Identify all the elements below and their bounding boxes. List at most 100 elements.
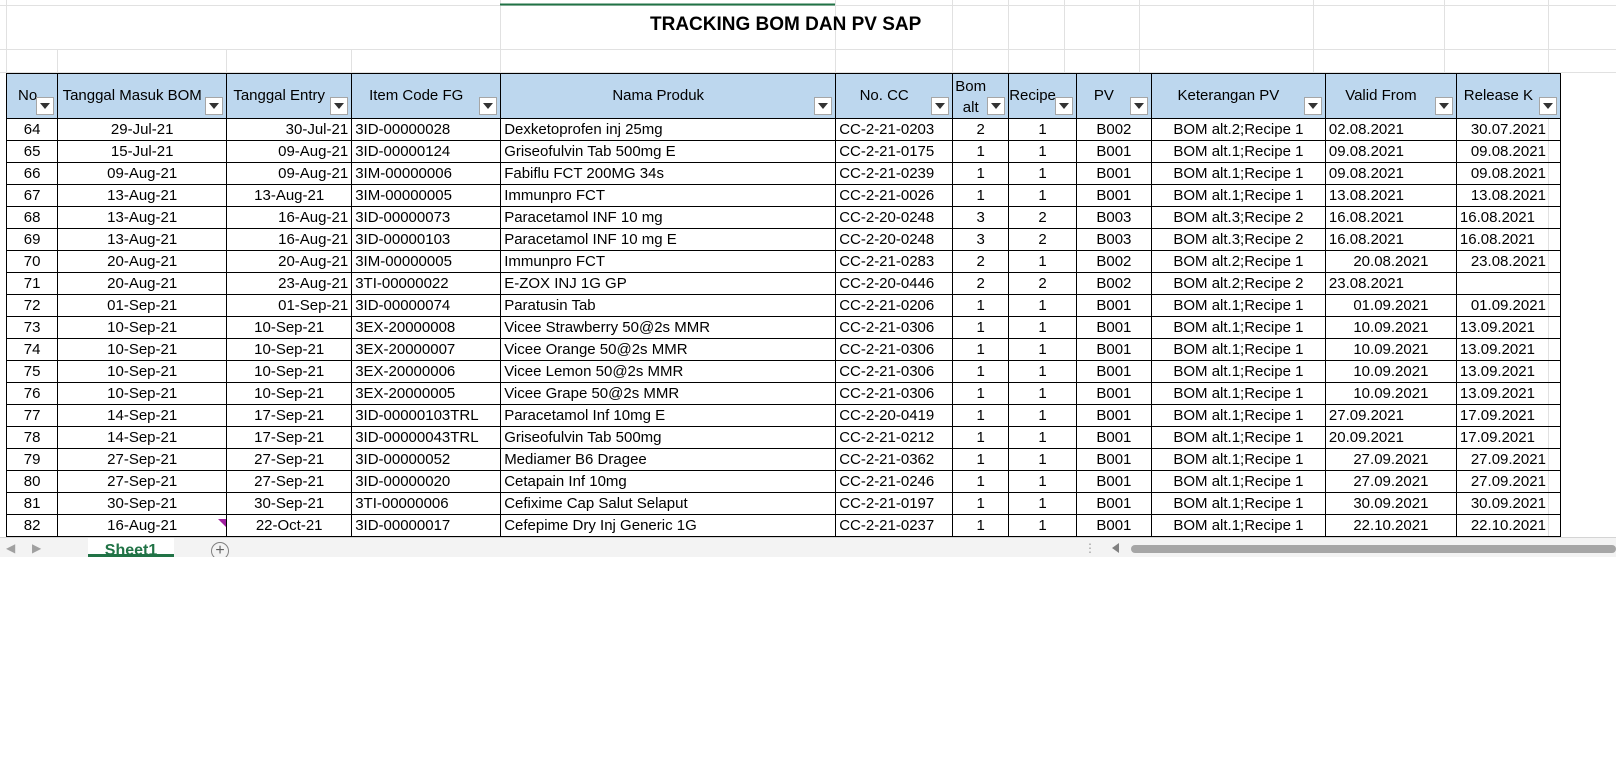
cell-item-code-fg[interactable]: 3ID-00000103	[351, 228, 502, 251]
cell-no-cc[interactable]: CC-2-21-0362	[835, 448, 954, 471]
cell-no[interactable]: 66	[5, 162, 59, 185]
cell-no-cc[interactable]: CC-2-21-0246	[835, 470, 954, 493]
comment-indicator-icon[interactable]	[218, 519, 226, 527]
cell-no[interactable]: 68	[5, 206, 59, 229]
cell-no-cc[interactable]: CC-2-21-0306	[835, 360, 954, 383]
cell-nama-produk[interactable]: Dexketoprofen inj 25mg	[500, 118, 837, 141]
cell-item-code-fg[interactable]: 3ID-00000103TRL	[351, 404, 502, 427]
cell-keterangan-pv[interactable]: BOM alt.3;Recipe 2	[1150, 228, 1326, 251]
cell-nama-produk[interactable]: Immunpro FCT	[500, 250, 837, 273]
cell-release[interactable]: 16.08.2021	[1455, 228, 1561, 251]
cell-bom-alt[interactable]: 3	[952, 206, 1010, 229]
cell-no[interactable]: 77	[5, 404, 59, 427]
cell-no-cc[interactable]: CC-2-21-0306	[835, 382, 954, 405]
cell-keterangan-pv[interactable]: BOM alt.1;Recipe 1	[1150, 382, 1326, 405]
cell-bom-alt[interactable]: 1	[952, 492, 1010, 515]
cell-bom-alt[interactable]: 2	[952, 118, 1010, 141]
cell-valid-from[interactable]: 09.08.2021	[1324, 162, 1457, 185]
cell-tanggal-entry[interactable]: 17-Sep-21	[226, 426, 353, 449]
cell-pv[interactable]: B001	[1075, 448, 1152, 471]
cell-recipe[interactable]: 1	[1008, 162, 1077, 185]
cell-item-code-fg[interactable]: 3IM-00000005	[351, 184, 502, 207]
cell-no-cc[interactable]: CC-2-21-0026	[835, 184, 954, 207]
cell-tanggal-entry[interactable]: 22-Oct-21	[226, 514, 353, 537]
cell-recipe[interactable]: 1	[1008, 338, 1077, 361]
cell-keterangan-pv[interactable]: BOM alt.1;Recipe 1	[1150, 294, 1326, 317]
cell-valid-from[interactable]: 23.08.2021	[1324, 272, 1457, 295]
cell-tanggal-masuk-bom[interactable]: 30-Sep-21	[57, 492, 228, 515]
add-sheet-icon[interactable]: +	[211, 542, 229, 557]
cell-tanggal-masuk-bom[interactable]: 20-Aug-21	[57, 272, 228, 295]
cell-nama-produk[interactable]: Vicee Orange 50@2s MMR	[500, 338, 837, 361]
cell-no-cc[interactable]: CC-2-20-0248	[835, 228, 954, 251]
filter-dropdown-icon[interactable]	[205, 97, 224, 115]
cell-no[interactable]: 67	[5, 184, 59, 207]
cell-no[interactable]: 79	[5, 448, 59, 471]
cell-tanggal-masuk-bom[interactable]: 15-Jul-21	[57, 140, 228, 163]
cell-recipe[interactable]: 1	[1008, 118, 1077, 141]
cell-tanggal-masuk-bom[interactable]: 10-Sep-21	[57, 360, 228, 383]
cell-recipe[interactable]: 1	[1008, 448, 1077, 471]
cell-bom-alt[interactable]: 1	[952, 514, 1010, 537]
cell-keterangan-pv[interactable]: BOM alt.2;Recipe 2	[1150, 272, 1326, 295]
cell-no-cc[interactable]: CC-2-21-0203	[835, 118, 954, 141]
cell-nama-produk[interactable]: Vicee Strawberry 50@2s MMR	[500, 316, 837, 339]
cell-recipe[interactable]: 1	[1008, 492, 1077, 515]
cell-keterangan-pv[interactable]: BOM alt.1;Recipe 1	[1150, 470, 1326, 493]
cell-bom-alt[interactable]: 1	[952, 404, 1010, 427]
cell-keterangan-pv[interactable]: BOM alt.1;Recipe 1	[1150, 360, 1326, 383]
cell-tanggal-entry[interactable]: 01-Sep-21	[226, 294, 353, 317]
cell-tanggal-masuk-bom[interactable]: 10-Sep-21	[57, 382, 228, 405]
cell-release[interactable]: 30.09.2021	[1455, 492, 1561, 515]
cell-tanggal-entry[interactable]: 09-Aug-21	[226, 140, 353, 163]
cell-release[interactable]: 01.09.2021	[1455, 294, 1561, 317]
cell-keterangan-pv[interactable]: BOM alt.1;Recipe 1	[1150, 184, 1326, 207]
cell-pv[interactable]: B003	[1075, 228, 1152, 251]
cell-no[interactable]: 73	[5, 316, 59, 339]
cell-pv[interactable]: B001	[1075, 492, 1152, 515]
cell-release[interactable]: 22.10.2021	[1455, 514, 1561, 537]
cell-recipe[interactable]: 1	[1008, 316, 1077, 339]
cell-tanggal-masuk-bom[interactable]: 14-Sep-21	[57, 404, 228, 427]
cell-item-code-fg[interactable]: 3IM-00000006	[351, 162, 502, 185]
cell-tanggal-masuk-bom[interactable]: 13-Aug-21	[57, 184, 228, 207]
cell-nama-produk[interactable]: Fabiflu FCT 200MG 34s	[500, 162, 837, 185]
cell-no[interactable]: 78	[5, 426, 59, 449]
cell-valid-from[interactable]: 01.09.2021	[1324, 294, 1457, 317]
cell-nama-produk[interactable]: Cetapain Inf 10mg	[500, 470, 837, 493]
cell-no[interactable]: 71	[5, 272, 59, 295]
cell-valid-from[interactable]: 27.09.2021	[1324, 448, 1457, 471]
cell-tanggal-masuk-bom[interactable]: 27-Sep-21	[57, 470, 228, 493]
cell-recipe[interactable]: 1	[1008, 470, 1077, 493]
cell-release[interactable]: 13.09.2021	[1455, 338, 1561, 361]
cell-nama-produk[interactable]: E-ZOX INJ 1G GP	[500, 272, 837, 295]
cell-tanggal-entry[interactable]: 20-Aug-21	[226, 250, 353, 273]
filter-dropdown-icon[interactable]	[987, 97, 1006, 115]
cell-keterangan-pv[interactable]: BOM alt.1;Recipe 1	[1150, 448, 1326, 471]
cell-no[interactable]: 76	[5, 382, 59, 405]
cell-tanggal-entry[interactable]: 17-Sep-21	[226, 404, 353, 427]
cell-valid-from[interactable]: 20.09.2021	[1324, 426, 1457, 449]
cell-pv[interactable]: B001	[1075, 470, 1152, 493]
cell-nama-produk[interactable]: Immunpro FCT	[500, 184, 837, 207]
cell-no[interactable]: 75	[5, 360, 59, 383]
cell-keterangan-pv[interactable]: BOM alt.1;Recipe 1	[1150, 162, 1326, 185]
cell-item-code-fg[interactable]: 3EX-20000005	[351, 382, 502, 405]
cell-pv[interactable]: B001	[1075, 316, 1152, 339]
cell-no-cc[interactable]: CC-2-21-0212	[835, 426, 954, 449]
cell-tanggal-masuk-bom[interactable]: 01-Sep-21	[57, 294, 228, 317]
cell-no[interactable]: 80	[5, 470, 59, 493]
cell-valid-from[interactable]: 16.08.2021	[1324, 228, 1457, 251]
cell-release[interactable]: 13.09.2021	[1455, 360, 1561, 383]
cell-no-cc[interactable]: CC-2-20-0248	[835, 206, 954, 229]
cell-keterangan-pv[interactable]: BOM alt.1;Recipe 1	[1150, 338, 1326, 361]
filter-dropdown-icon[interactable]	[1303, 97, 1322, 115]
scroll-tabs-left-icon[interactable]: ◀	[6, 541, 15, 555]
cell-release[interactable]	[1455, 272, 1561, 295]
cell-valid-from[interactable]: 27.09.2021	[1324, 404, 1457, 427]
cell-tanggal-masuk-bom[interactable]: 13-Aug-21	[57, 206, 228, 229]
cell-release[interactable]: 17.09.2021	[1455, 426, 1561, 449]
cell-release[interactable]: 23.08.2021	[1455, 250, 1561, 273]
cell-recipe[interactable]: 1	[1008, 294, 1077, 317]
cell-valid-from[interactable]: 13.08.2021	[1324, 184, 1457, 207]
